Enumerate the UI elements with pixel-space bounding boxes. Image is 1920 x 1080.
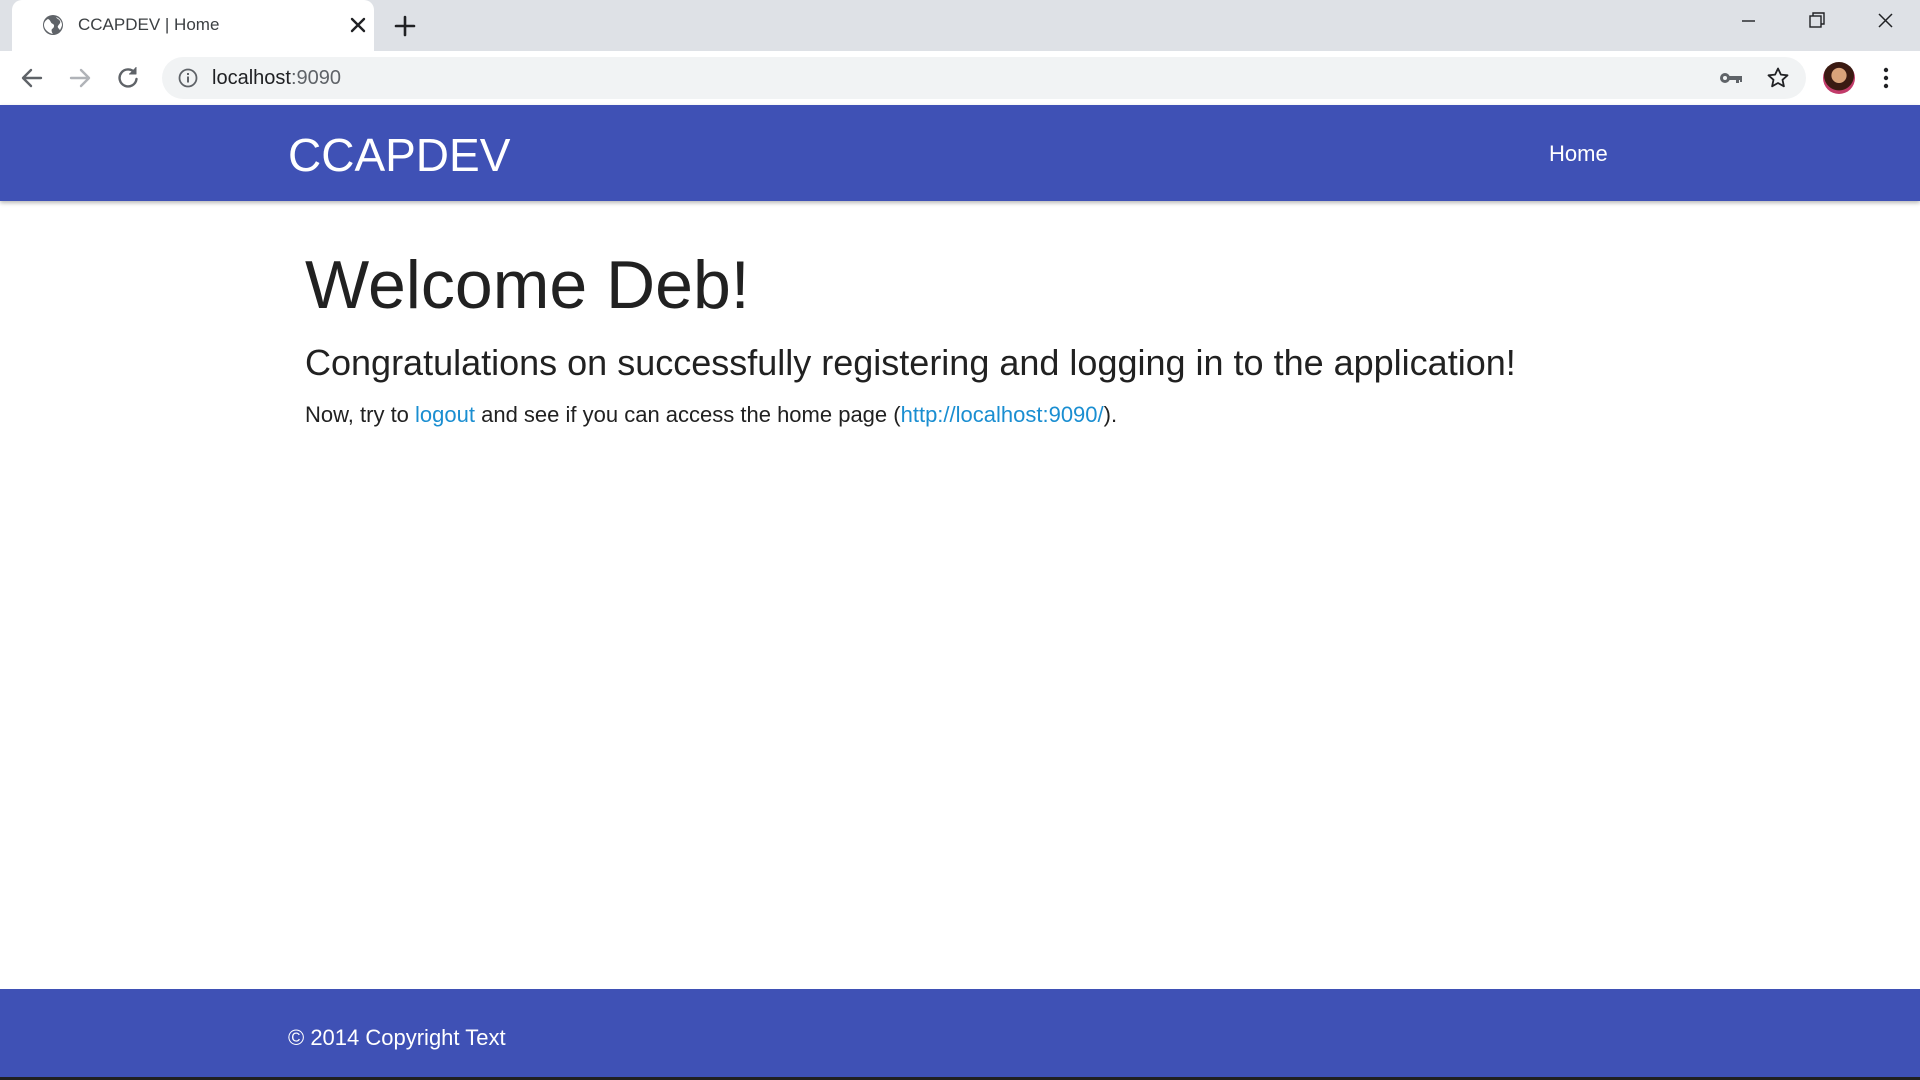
browser-tab-strip: CCAPDEV | Home [0,0,1920,51]
close-window-icon[interactable] [1870,8,1900,34]
logout-link[interactable]: logout [415,402,475,427]
page-subtitle: Congratulations on successfully register… [305,342,1516,383]
browser-toolbar: localhost:9090 [0,51,1920,105]
site-navbar: CCAPDEV Home [0,105,1920,201]
instruction-prefix: Now, try to [305,402,416,427]
star-icon[interactable] [1766,66,1790,90]
browser-tab[interactable]: CCAPDEV | Home [12,0,374,51]
copyright-text: © 2014 Copyright Text [288,1025,506,1050]
profile-avatar[interactable] [1823,62,1855,94]
url-port: :9090 [290,67,341,89]
instruction-middle: and see if you can access the home page … [475,402,901,427]
instruction-text: Now, try to logout and see if you can ac… [305,400,1705,430]
page-title: Welcome Deb! [305,247,750,323]
close-tab-icon[interactable] [348,15,368,35]
brand-logo[interactable]: CCAPDEV [288,129,510,181]
key-icon[interactable] [1718,67,1744,89]
nav-link-home[interactable]: Home [1549,141,1608,167]
restore-window-icon[interactable] [1801,8,1831,34]
instruction-suffix: ). [1103,402,1118,427]
minimize-icon[interactable] [1733,8,1763,34]
kebab-menu-icon[interactable] [1874,65,1898,91]
reload-icon[interactable] [114,64,142,92]
new-tab-icon[interactable] [392,13,418,39]
address-bar[interactable]: localhost:9090 [162,57,1806,99]
home-page-link[interactable]: http://localhost:9090/ [901,402,1104,427]
tab-title: CCAPDEV | Home [78,15,220,34]
main-content: Welcome Deb! Congratulations on successf… [305,240,1705,430]
arrow-left-icon[interactable] [18,64,46,92]
site-footer: © 2014 Copyright Text [0,989,1920,1080]
address-bar-url[interactable]: localhost:9090 [212,66,341,90]
info-icon[interactable] [178,68,198,88]
url-host: localhost [212,67,291,89]
globe-icon [42,14,64,36]
arrow-right-icon[interactable] [66,64,94,92]
